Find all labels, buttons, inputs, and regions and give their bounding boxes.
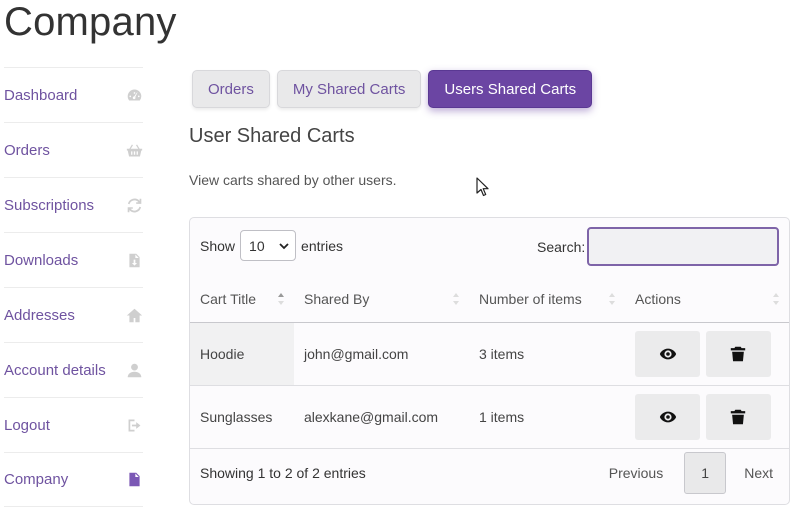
sort-icon: [453, 293, 459, 305]
home-icon: [125, 306, 143, 324]
view-cart-button[interactable]: [635, 393, 700, 440]
account-sidebar: Dashboard Orders Subscriptions Downloads…: [4, 67, 143, 507]
column-header-cart-title[interactable]: Cart Title: [190, 276, 294, 323]
sidebar-item-label: Orders: [4, 141, 50, 159]
sidebar-item-account-details[interactable]: Account details: [4, 342, 143, 397]
sidebar-item-label: Subscriptions: [4, 196, 95, 214]
entries-select-value: 10: [249, 237, 265, 254]
mouse-cursor-icon: [476, 177, 489, 197]
basket-icon: [125, 141, 143, 159]
logout-icon: [125, 416, 143, 434]
column-header-number-of-items[interactable]: Number of items: [469, 276, 625, 323]
column-header-label: Actions: [635, 290, 681, 307]
table-search: Search:: [537, 227, 780, 266]
column-header-label: Shared By: [304, 290, 370, 307]
sidebar-item-orders[interactable]: Orders: [4, 122, 143, 177]
section-description: View carts shared by other users.: [189, 172, 397, 188]
pagination: Previous 1 Next: [609, 452, 773, 494]
sort-icon: [609, 293, 615, 305]
search-label: Search:: [537, 238, 586, 255]
delete-cart-button[interactable]: [705, 393, 771, 440]
view-cart-button[interactable]: [635, 330, 700, 377]
shared-carts-table-card: Show 10 entries Search: Cart Title Share…: [189, 217, 790, 505]
shared-carts-table: Cart Title Shared By Number of items Act…: [190, 276, 789, 449]
column-header-label: Number of items: [479, 290, 582, 307]
user-icon: [125, 361, 143, 379]
next-page-button[interactable]: Next: [744, 465, 773, 481]
column-header-actions[interactable]: Actions: [625, 276, 789, 323]
tab-orders[interactable]: Orders: [192, 70, 270, 108]
file-download-icon: [125, 251, 143, 269]
previous-page-button[interactable]: Previous: [609, 465, 663, 481]
sidebar-item-company[interactable]: Company: [4, 452, 143, 507]
entries-select[interactable]: 10: [240, 230, 297, 261]
cell-shared-by: alexkane@gmail.com: [294, 385, 469, 449]
show-label: Show: [200, 237, 236, 254]
trash-icon: [731, 409, 746, 424]
sidebar-item-label: Downloads: [4, 251, 79, 269]
tab-users-shared-carts[interactable]: Users Shared Carts: [428, 70, 593, 108]
sidebar-item-dashboard[interactable]: Dashboard: [4, 67, 143, 122]
refresh-icon: [125, 196, 143, 214]
sidebar-item-logout[interactable]: Logout: [4, 397, 143, 452]
document-icon: [125, 471, 143, 489]
sort-asc-icon: [278, 293, 284, 305]
page-number-button[interactable]: 1: [684, 452, 727, 494]
cell-number-of-items: 1 items: [469, 385, 625, 449]
sidebar-item-label: Account details: [4, 361, 106, 379]
sidebar-item-subscriptions[interactable]: Subscriptions: [4, 177, 143, 232]
sidebar-item-label: Company: [4, 471, 69, 488]
entries-label: entries: [301, 237, 344, 254]
tab-my-shared-carts[interactable]: My Shared Carts: [276, 70, 422, 108]
table-info: Showing 1 to 2 of 2 entries: [200, 465, 366, 481]
table-row: Hoodie john@gmail.com 3 items: [190, 322, 789, 386]
entries-length-control: Show 10 entries: [200, 230, 343, 261]
eye-icon: [659, 348, 676, 359]
sidebar-item-label: Dashboard: [4, 86, 78, 104]
page-title: Company: [4, 0, 177, 44]
chevron-down-icon: [279, 242, 289, 249]
eye-icon: [659, 411, 676, 422]
cell-actions: [625, 385, 789, 449]
trash-icon: [731, 346, 746, 361]
column-header-shared-by[interactable]: Shared By: [294, 276, 469, 323]
delete-cart-button[interactable]: [705, 330, 771, 377]
sort-icon: [773, 293, 779, 305]
cell-actions: [625, 322, 789, 386]
dashboard-gauge-icon: [125, 86, 143, 104]
cell-number-of-items: 3 items: [469, 322, 625, 386]
cell-shared-by: john@gmail.com: [294, 322, 469, 386]
sidebar-item-label: Addresses: [4, 306, 75, 324]
table-header-row: Cart Title Shared By Number of items Act…: [190, 276, 789, 323]
sidebar-item-label: Logout: [4, 416, 50, 434]
sidebar-item-addresses[interactable]: Addresses: [4, 287, 143, 342]
column-header-label: Cart Title: [200, 290, 257, 307]
cart-tabs: Orders My Shared Carts Users Shared Cart…: [192, 70, 593, 108]
section-title: User Shared Carts: [189, 125, 355, 147]
cell-cart-title: Sunglasses: [190, 385, 294, 449]
cell-cart-title: Hoodie: [190, 322, 294, 386]
table-row: Sunglasses alexkane@gmail.com 1 items: [190, 385, 789, 449]
sidebar-item-downloads[interactable]: Downloads: [4, 232, 143, 287]
search-input[interactable]: [587, 227, 780, 266]
